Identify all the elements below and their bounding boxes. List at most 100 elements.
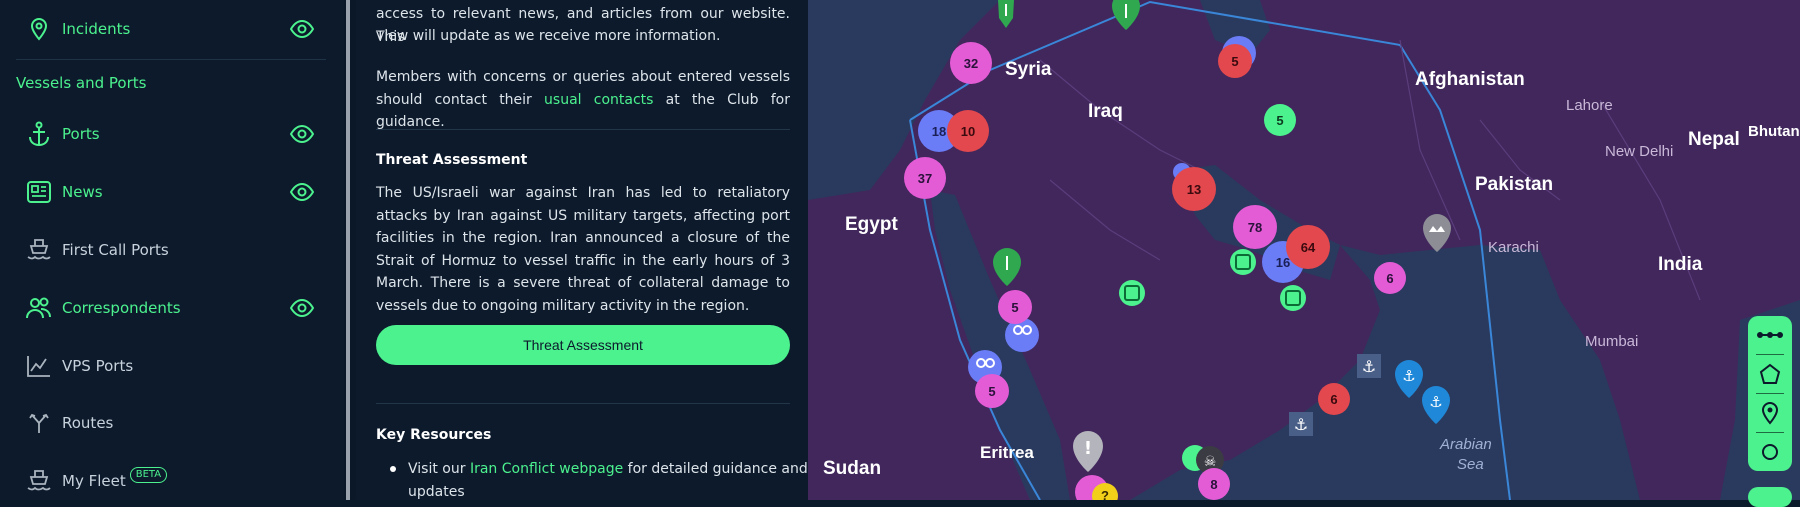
sidebar-item-label: Routes [62, 414, 114, 432]
sidebar-item-ports[interactable]: Ports [24, 116, 324, 152]
svg-text:64: 64 [1301, 240, 1316, 255]
map-label-eritrea: Eritrea [980, 443, 1034, 462]
eye-icon[interactable] [289, 18, 315, 40]
sidebar-item-my-fleet[interactable]: My Fleet BETA [24, 463, 324, 499]
news-marker-icon[interactable] [1280, 285, 1306, 311]
map-label-india: India [1658, 254, 1703, 275]
svg-text:10: 10 [961, 124, 975, 139]
svg-text:8: 8 [1210, 477, 1217, 492]
cluster-marker[interactable]: 5 [998, 290, 1032, 324]
panel-scrollbar[interactable] [344, 0, 356, 500]
cluster-marker[interactable]: 32 [950, 42, 992, 84]
sidebar-item-label: Ports [62, 125, 100, 143]
svg-text:13: 13 [1187, 182, 1201, 197]
sidebar-item-correspondents[interactable]: Correspondents [24, 290, 324, 326]
sidebar-item-label: My Fleet [62, 472, 126, 490]
sidebar-item-routes[interactable]: Routes [24, 405, 324, 441]
sidebar-item-news[interactable]: News [24, 174, 324, 210]
resources-list: Visit our Iran Conflict webpage for deta… [376, 458, 808, 500]
usual-contacts-link[interactable]: usual contacts [544, 92, 653, 108]
sidebar-item-label: Correspondents [62, 299, 181, 317]
cluster-marker[interactable]: 6 [1374, 262, 1406, 294]
map-label-arabian: Arabian [1439, 436, 1492, 453]
polygon-tool-icon[interactable] [1748, 355, 1792, 393]
circle-tool-icon[interactable] [1748, 433, 1792, 471]
eye-icon[interactable] [289, 181, 315, 203]
map-label-iraq: Iraq [1088, 101, 1123, 122]
map-label-mumbai: Mumbai [1585, 333, 1638, 350]
sidebar-item-label: First Call Ports [62, 241, 169, 259]
scrollbar-track[interactable] [346, 0, 350, 500]
svg-text:16: 16 [1276, 255, 1290, 270]
ship-icon [24, 235, 54, 265]
svg-text:5: 5 [1011, 300, 1018, 315]
anchor-icon [24, 119, 54, 149]
cluster-marker[interactable]: 6 [1318, 383, 1350, 415]
fleet-icon [24, 466, 54, 496]
threat-heading: Threat Assessment [376, 152, 528, 168]
sidebar-divider [16, 59, 326, 60]
cluster-marker[interactable]: 37 [904, 157, 946, 199]
port-anchor-icon[interactable]: ⚓ [1289, 412, 1313, 436]
svg-text:5: 5 [1231, 54, 1238, 69]
sidebar-item-vps-ports[interactable]: VPS Ports [24, 348, 324, 384]
cluster-marker[interactable]: 5 [975, 374, 1009, 408]
cluster-marker[interactable]: 10 [947, 110, 989, 152]
divider [376, 403, 790, 404]
map-label-bhutan: Bhutan [1748, 123, 1800, 140]
users-icon [24, 293, 54, 323]
svg-text:32: 32 [964, 56, 978, 71]
svg-text:18: 18 [932, 124, 946, 139]
sidebar-item-incidents[interactable]: Incidents [24, 11, 324, 47]
sidebar-item-label: News [62, 183, 103, 201]
map-pin-icon [24, 14, 54, 44]
members-paragraph: Members with concerns or queries about e… [376, 69, 790, 130]
beta-badge: BETA [129, 467, 168, 483]
cluster-marker[interactable]: 5 [1264, 104, 1296, 136]
map-label-afghanistan: Afghanistan [1415, 69, 1525, 90]
list-item: Visit our Iran Conflict webpage for deta… [390, 458, 808, 500]
map-label-sudan: Sudan [823, 458, 881, 479]
svg-text:6: 6 [1330, 392, 1337, 407]
map-label-egypt: Egypt [845, 214, 898, 235]
map-label-sea: Sea [1457, 456, 1484, 473]
iran-conflict-link[interactable]: Iran Conflict webpage [470, 461, 623, 477]
line-tool-icon[interactable] [1748, 316, 1792, 354]
sidebar: Incidents Vessels and Ports Ports News F… [0, 0, 344, 500]
map-tool-extra[interactable] [1748, 487, 1792, 507]
svg-text:6: 6 [1386, 271, 1393, 286]
map-canvas[interactable]: Syria Iraq Egypt Afghanistan Pakistan In… [808, 0, 1800, 500]
map-label-new-delhi: New Delhi [1605, 143, 1673, 160]
newspaper-icon [24, 177, 54, 207]
section-title: Vessels and Ports [16, 74, 147, 92]
divider [376, 129, 790, 130]
port-anchor-icon[interactable]: ⚓ [1357, 354, 1381, 378]
news-marker-icon[interactable] [1230, 249, 1256, 275]
cluster-marker[interactable]: 78 [1233, 205, 1277, 249]
svg-text:☠: ☠ [1204, 454, 1217, 470]
map-label-pakistan: Pakistan [1475, 174, 1553, 195]
svg-text:5: 5 [988, 384, 995, 399]
svg-text:⚓: ⚓ [1429, 393, 1442, 411]
chart-icon [24, 351, 54, 381]
map-label-nepal: Nepal [1688, 129, 1740, 150]
resources-heading: Key Resources [376, 427, 492, 443]
map-label-lahore: Lahore [1566, 97, 1613, 114]
news-marker-icon[interactable] [1119, 280, 1145, 306]
threat-assessment-button[interactable]: Threat Assessment [376, 325, 790, 365]
svg-text:⚓: ⚓ [1294, 415, 1308, 434]
svg-text:!: ! [1084, 438, 1092, 459]
sidebar-item-label: VPS Ports [62, 357, 134, 375]
svg-text:⚓: ⚓ [1362, 357, 1376, 376]
info-panel: access to relevant news, and articles fr… [356, 0, 808, 500]
sidebar-item-first-call-ports[interactable]: First Call Ports [24, 232, 324, 268]
map-label-karachi: Karachi [1488, 239, 1539, 256]
cluster-marker[interactable]: 8 [1198, 468, 1230, 500]
eye-icon[interactable] [289, 123, 315, 145]
svg-text:37: 37 [918, 171, 932, 186]
routes-icon [24, 408, 54, 438]
map-label-syria: Syria [1005, 59, 1052, 80]
cluster-marker[interactable]: 64 [1286, 225, 1330, 269]
marker-tool-icon[interactable] [1748, 394, 1792, 432]
eye-icon[interactable] [289, 297, 315, 319]
